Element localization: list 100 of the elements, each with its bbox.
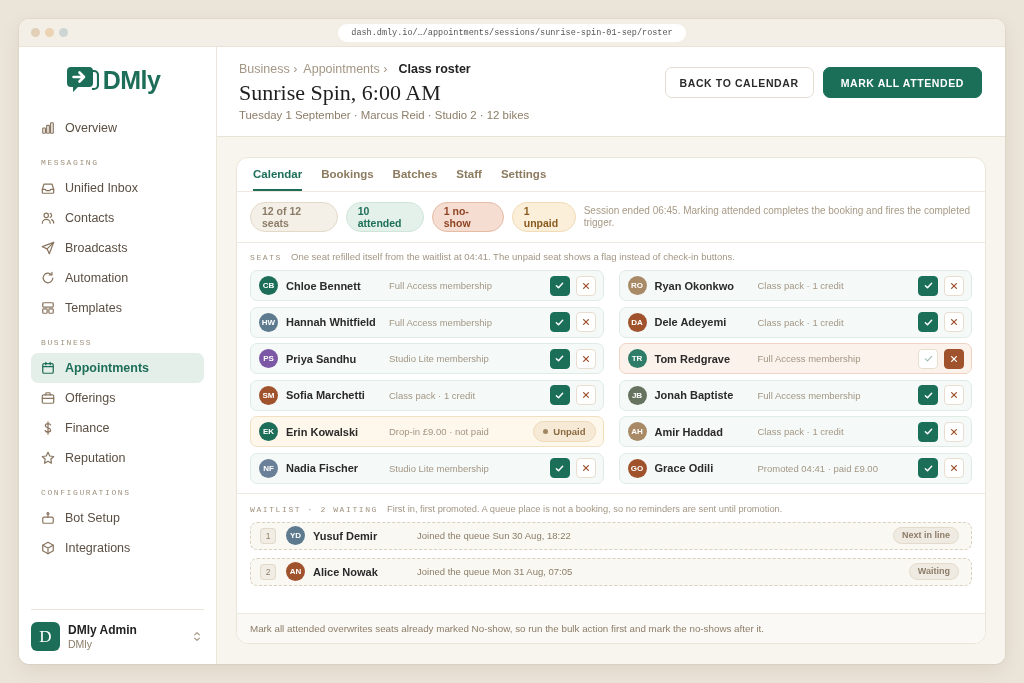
nav-item[interactable]: Templates (31, 293, 204, 323)
nav-item[interactable]: Unified Inbox (31, 173, 204, 203)
page-title: Sunrise Spin, 6:00 AM (239, 80, 442, 106)
check-in-button[interactable] (549, 348, 570, 369)
booking-detail: Full Access membership (757, 389, 862, 401)
chevron-updown-icon[interactable] (193, 631, 201, 642)
nav-item[interactable]: Reputation (31, 443, 204, 473)
summary-chip: 12 of 12 seats (250, 202, 338, 232)
tab[interactable]: Batches (392, 158, 438, 191)
check-in-button[interactable] (549, 275, 570, 296)
refresh-icon (41, 271, 55, 285)
booking-detail: Class pack · 1 credit (757, 280, 845, 291)
check-in-button[interactable] (549, 312, 570, 333)
initials-avatar: HW (259, 312, 278, 332)
account-org: DMly (68, 637, 93, 651)
account-avatar: D (31, 622, 60, 651)
secondary-button[interactable]: BACK TO CALENDAR (664, 67, 814, 98)
address-bar[interactable]: dash.dmly.io/…/appointments/sessions/sunrise-spin-01-sep/roster (338, 23, 686, 42)
cross-icon (581, 318, 590, 327)
nav-item[interactable]: Contacts (31, 203, 204, 233)
queue-detail: Joined the queue Sun 30 Aug, 18:22 (417, 530, 572, 542)
nav-item[interactable]: Integrations (31, 533, 204, 563)
check-icon (923, 281, 933, 290)
nav-item[interactable]: Overview (31, 113, 204, 143)
paper-plane-icon (41, 241, 55, 255)
section-note: First in, first promoted. A queue place is not a booking, so no reminders are sent until promotion. (387, 502, 783, 515)
attendee-name: Priya Sandhu (286, 352, 358, 365)
booking-detail: Studio Lite membership (389, 353, 490, 365)
check-in-button[interactable] (918, 458, 938, 479)
check-icon (555, 390, 564, 400)
calendar-icon (41, 361, 55, 375)
briefcase-icon (41, 391, 55, 405)
initials-avatar: AN (286, 562, 305, 582)
check-in-button[interactable] (918, 275, 938, 296)
check-icon (923, 354, 933, 364)
booking-detail: Promoted 04:41 · paid £9.00 (757, 462, 879, 474)
account-name: DMly Admin (68, 622, 138, 638)
cross-icon (581, 391, 590, 400)
check-icon (555, 317, 564, 327)
check-icon (923, 463, 933, 473)
initials-avatar: AH (627, 422, 647, 442)
attendee-name: Erin Kowalski (286, 425, 360, 438)
attendee-name: Chloe Bennett (286, 279, 362, 292)
nav-item[interactable]: Finance (31, 413, 204, 443)
cross-icon (950, 354, 958, 363)
no-show-button[interactable] (944, 348, 964, 369)
attendee-name: Yusuf Demir (313, 529, 379, 542)
summary-chip: 10 attended (345, 202, 424, 232)
session-details: Tuesday 1 September · Marcus Reid · Studio 2 · 12 bikes (239, 108, 530, 123)
initials-avatar: SM (259, 385, 278, 405)
initials-avatar: DA (627, 312, 647, 332)
initials-avatar: NF (259, 458, 278, 478)
check-in-button[interactable] (918, 421, 938, 442)
check-in-button[interactable] (918, 385, 938, 406)
nav-item[interactable]: Appointments (31, 353, 204, 383)
cross-icon (950, 318, 958, 327)
brand-name: DMly (102, 66, 161, 94)
cube-icon (41, 541, 55, 555)
booking-detail: Class pack · 1 credit (757, 316, 845, 328)
tab[interactable]: Bookings (321, 158, 374, 191)
attendee-name: Sofia Marchetti (286, 389, 366, 402)
nav-item[interactable]: Automation (31, 263, 204, 293)
initials-avatar: PS (259, 349, 278, 369)
attendee-name: Dele Adeyemi (654, 316, 728, 329)
tab[interactable]: Settings (500, 158, 547, 191)
initials-avatar: JB (627, 385, 647, 405)
check-in-button[interactable] (918, 312, 938, 333)
queue-status: Next in line (893, 527, 959, 545)
check-icon (923, 427, 933, 437)
queue-position: 1 (260, 527, 276, 544)
booking-detail: Full Access membership (389, 316, 493, 328)
attendee-name: Alice Nowak (313, 565, 379, 578)
inbox-icon (41, 181, 55, 195)
booking-detail: Full Access membership (389, 280, 493, 291)
check-icon (923, 390, 933, 400)
logo-icon (66, 66, 99, 94)
check-in-button[interactable] (549, 458, 570, 479)
check-icon (555, 354, 564, 364)
summary-chip: 1 no-show (431, 202, 504, 232)
dot-icon (543, 429, 549, 435)
nav-item[interactable]: Offerings (31, 383, 204, 413)
queue-position: 2 (260, 563, 276, 580)
check-in-button[interactable] (549, 385, 570, 406)
booking-detail: Full Access membership (757, 353, 862, 365)
primary-button[interactable]: MARK ALL ATTENDED (822, 67, 982, 98)
section-heading: CONFIGURATIONS (40, 487, 132, 499)
section-heading: BUSINESS (40, 337, 94, 349)
booking-detail: Class pack · 1 credit (389, 389, 477, 401)
nav-item[interactable]: Broadcasts (31, 233, 204, 263)
tab[interactable]: Staff (456, 158, 482, 191)
cross-icon (950, 464, 958, 473)
cross-icon (950, 391, 958, 400)
cross-icon (581, 354, 590, 363)
check-icon (923, 317, 933, 327)
layout-icon (41, 301, 55, 315)
initials-avatar: GO (627, 458, 647, 478)
tab[interactable]: Calendar (253, 158, 303, 191)
cross-icon (581, 464, 590, 473)
booking-detail: Class pack · 1 credit (757, 426, 845, 438)
nav-item[interactable]: Bot Setup (31, 503, 204, 533)
